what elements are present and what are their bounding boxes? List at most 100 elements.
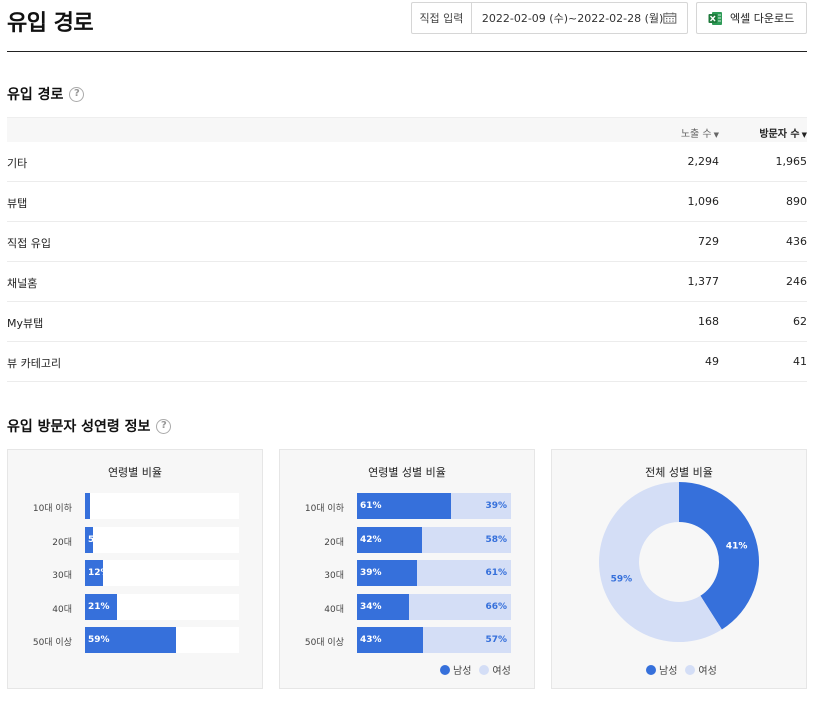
help-icon[interactable]: ? bbox=[69, 86, 85, 102]
male-donut-label: 41% bbox=[726, 541, 748, 551]
date-range-picker[interactable]: 직접 입력 2022-02-09 (수)~2022-02-28 (월) bbox=[411, 2, 688, 34]
date-mode-select[interactable]: 직접 입력 bbox=[412, 3, 472, 33]
row-impressions: 729 bbox=[698, 235, 719, 248]
age-bar: 5 bbox=[85, 526, 93, 553]
excel-icon bbox=[708, 11, 722, 25]
age-bar: 12% bbox=[85, 560, 104, 586]
row-impressions: 1,096 bbox=[687, 195, 720, 208]
row-visitors: 246 bbox=[786, 275, 807, 288]
table-row: 직접 유입 729 436 bbox=[7, 222, 807, 262]
calendar-icon[interactable] bbox=[663, 11, 677, 25]
female-bar-segment: 42% 58% bbox=[357, 526, 511, 553]
sort-impressions-header[interactable]: 노출 수 ▼ bbox=[681, 125, 719, 140]
age-category-label: 20대 bbox=[52, 537, 72, 548]
row-visitors: 41 bbox=[793, 355, 807, 368]
female-bar-segment: 39% 61% bbox=[357, 560, 511, 586]
legend-female-label: 여성 bbox=[492, 666, 511, 677]
table-header: 노출 수 ▼ 방문자 수 ▼ bbox=[7, 117, 807, 142]
age-bar-track: 12% bbox=[85, 560, 239, 586]
female-bar-segment: 61% 39% bbox=[357, 493, 511, 519]
age-ratio-card: 연령별 비율 10대 이하 20대 5 30대 12% 40대 21% 50대 이상 59% bbox=[7, 449, 263, 689]
age-bar-track: 5 bbox=[85, 526, 239, 553]
table-row: 뷰탭 1,096 890 bbox=[7, 182, 807, 222]
age-category-label: 30대 bbox=[52, 571, 72, 581]
legend-item-male: 남성 bbox=[440, 662, 471, 677]
age-category-label: 10대 이하 bbox=[304, 504, 344, 514]
excel-download-label: 엑셀 다운로드 bbox=[730, 12, 795, 25]
age-category-label: 10대 이하 bbox=[32, 504, 72, 514]
age-category-label: 30대 bbox=[324, 571, 344, 581]
inflow-section-title: 유입 경로 ? bbox=[7, 84, 85, 104]
age-category-label: 50대 이상 bbox=[304, 638, 344, 648]
legend-male-label: 남성 bbox=[453, 666, 472, 677]
female-dot-icon bbox=[479, 664, 490, 675]
age-ratio-title: 연령별 비율 bbox=[107, 466, 163, 479]
table-row: My뷰탭 168 62 bbox=[7, 302, 807, 342]
help-icon[interactable]: ? bbox=[156, 418, 172, 434]
row-visitors: 436 bbox=[786, 235, 807, 248]
demographics-section-label: 유입 방문자 성연령 정보 bbox=[7, 419, 151, 435]
row-source-name: 채널홈 bbox=[7, 277, 38, 290]
female-bar-label: 61% bbox=[485, 568, 507, 578]
date-range-value[interactable]: 2022-02-09 (수)~2022-02-28 (월) bbox=[472, 10, 663, 26]
visitors-header-label: 방문자 수 bbox=[759, 129, 800, 140]
demographics-section-title: 유입 방문자 성연령 정보 ? bbox=[7, 416, 172, 436]
age-bar-track bbox=[85, 493, 239, 519]
legend-item-male: 남성 bbox=[646, 662, 677, 677]
row-impressions: 1,377 bbox=[687, 275, 720, 288]
male-bar-segment: 42% bbox=[357, 526, 422, 553]
gender-by-age-card: 연령별 성별 비율 남성 여성 10대 이하 61% 39% 20대 42% 58% 30대… bbox=[279, 449, 535, 689]
age-category-label: 20대 bbox=[324, 537, 344, 548]
female-bar-segment: 34% 66% bbox=[357, 593, 511, 620]
age-bar-track: 59% bbox=[85, 627, 239, 653]
female-bar-label: 39% bbox=[485, 501, 507, 511]
header-divider bbox=[7, 51, 807, 52]
sort-down-icon: ▼ bbox=[713, 131, 719, 139]
sort-down-icon: ▼ bbox=[801, 131, 807, 139]
female-donut-label: 59% bbox=[611, 575, 633, 585]
row-impressions: 2,294 bbox=[687, 155, 720, 168]
row-impressions: 168 bbox=[698, 315, 719, 328]
gender-legend: 남성 여성 bbox=[646, 662, 725, 677]
male-dot-icon bbox=[646, 664, 656, 675]
male-bar-segment: 34% bbox=[357, 593, 410, 620]
row-source-name: 직접 유입 bbox=[7, 237, 51, 250]
row-visitors: 1,965 bbox=[775, 155, 808, 168]
female-bar-label: 58% bbox=[485, 534, 507, 545]
age-category-label: 40대 bbox=[52, 604, 72, 615]
excel-download-button[interactable]: 엑셀 다운로드 bbox=[696, 2, 807, 34]
male-dot-icon bbox=[440, 664, 450, 675]
female-bar-segment: 43% 57% bbox=[357, 627, 511, 653]
male-bar-segment: 61% bbox=[357, 493, 451, 519]
male-bar-segment: 39% bbox=[357, 560, 418, 586]
table-row: 채널홈 1,377 246 bbox=[7, 262, 807, 302]
sort-visitors-header[interactable]: 방문자 수 ▼ bbox=[759, 125, 807, 140]
male-bar-segment: 43% bbox=[357, 627, 424, 653]
female-dot-icon bbox=[685, 664, 696, 675]
legend-female-label: 여성 bbox=[698, 666, 717, 677]
impressions-header-label: 노출 수 bbox=[680, 129, 712, 140]
age-category-label: 40대 bbox=[324, 604, 344, 615]
table-row: 뷰 카테고리 49 41 bbox=[7, 342, 807, 382]
inflow-section-label: 유입 경로 bbox=[7, 87, 64, 103]
age-bar bbox=[85, 493, 90, 519]
gender-by-age-title: 연령별 성별 비율 bbox=[368, 466, 446, 479]
row-visitors: 62 bbox=[793, 315, 807, 328]
table-row: 기타 2,294 1,965 bbox=[7, 142, 807, 182]
gender-legend: 남성 여성 bbox=[440, 662, 519, 677]
gender-donut-chart: 41% 59% bbox=[599, 482, 759, 642]
row-source-name: 뷰탭 bbox=[7, 197, 28, 210]
age-category-label: 50대 이상 bbox=[32, 638, 72, 648]
legend-item-female: 여성 bbox=[479, 662, 511, 677]
row-source-name: My뷰탭 bbox=[7, 317, 44, 330]
page-header: 유입 경로 직접 입력 2022-02-09 (수)~2022-02-28 (월… bbox=[0, 0, 814, 52]
age-bar: 21% bbox=[85, 593, 118, 620]
row-source-name: 뷰 카테고리 bbox=[7, 357, 62, 370]
age-bar: 59% bbox=[85, 627, 176, 653]
overall-gender-card: 전체 성별 비율 41% 59% 남성 여성 bbox=[551, 449, 807, 689]
legend-item-female: 여성 bbox=[685, 662, 717, 677]
row-visitors: 890 bbox=[786, 195, 807, 208]
inflow-table: 노출 수 ▼ 방문자 수 ▼ 기타 2,294 1,965 뷰탭 1,096 890 직접 … bbox=[7, 117, 807, 382]
legend-male-label: 남성 bbox=[659, 666, 678, 677]
row-impressions: 49 bbox=[705, 355, 719, 368]
